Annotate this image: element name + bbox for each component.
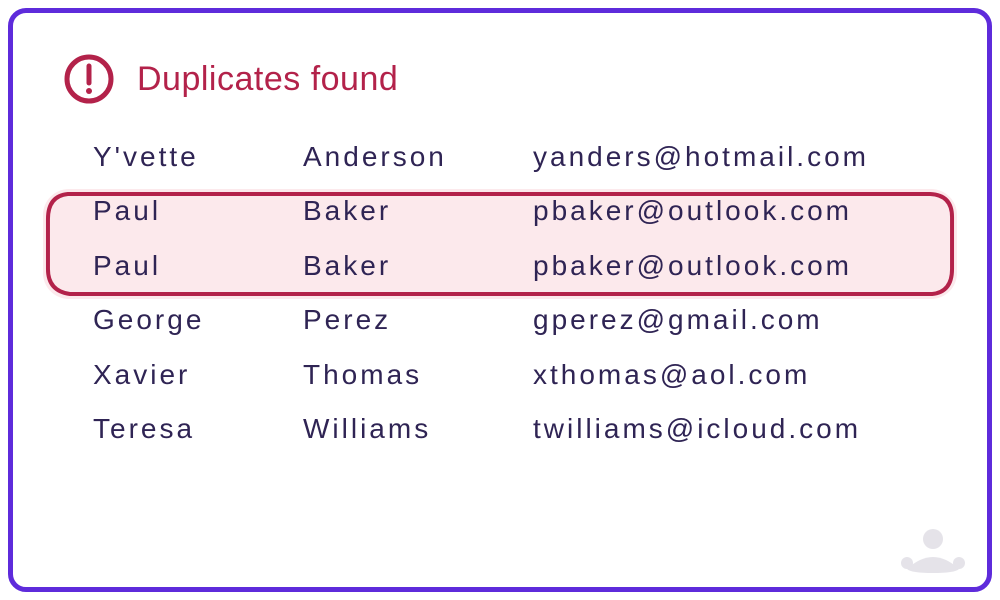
cell-last: Anderson: [303, 139, 523, 175]
alert-icon: [63, 53, 115, 105]
cell-email: yanders@hotmail.com: [533, 139, 907, 175]
cell-first: Paul: [93, 193, 293, 229]
cell-last: Williams: [303, 411, 523, 447]
cell-email: gperez@gmail.com: [533, 302, 907, 338]
app-logo-icon: [901, 521, 965, 573]
cell-first: Y'vette: [93, 139, 293, 175]
table-wrap: Y'vette Anderson yanders@hotmail.com Pau…: [63, 139, 937, 447]
contacts-table: Y'vette Anderson yanders@hotmail.com Pau…: [93, 139, 907, 447]
cell-email: pbaker@outlook.com: [533, 248, 907, 284]
cell-last: Thomas: [303, 357, 523, 393]
cell-email: xthomas@aol.com: [533, 357, 907, 393]
cell-last: Perez: [303, 302, 523, 338]
alert-header: Duplicates found: [63, 53, 937, 105]
alert-title: Duplicates found: [137, 60, 398, 99]
cell-email: twilliams@icloud.com: [533, 411, 907, 447]
cell-first: George: [93, 302, 293, 338]
cell-last: Baker: [303, 248, 523, 284]
cell-last: Baker: [303, 193, 523, 229]
cell-email: pbaker@outlook.com: [533, 193, 907, 229]
cell-first: Xavier: [93, 357, 293, 393]
cell-first: Teresa: [93, 411, 293, 447]
card-container: Duplicates found Y'vette Anderson yander…: [8, 8, 992, 592]
cell-first: Paul: [93, 248, 293, 284]
